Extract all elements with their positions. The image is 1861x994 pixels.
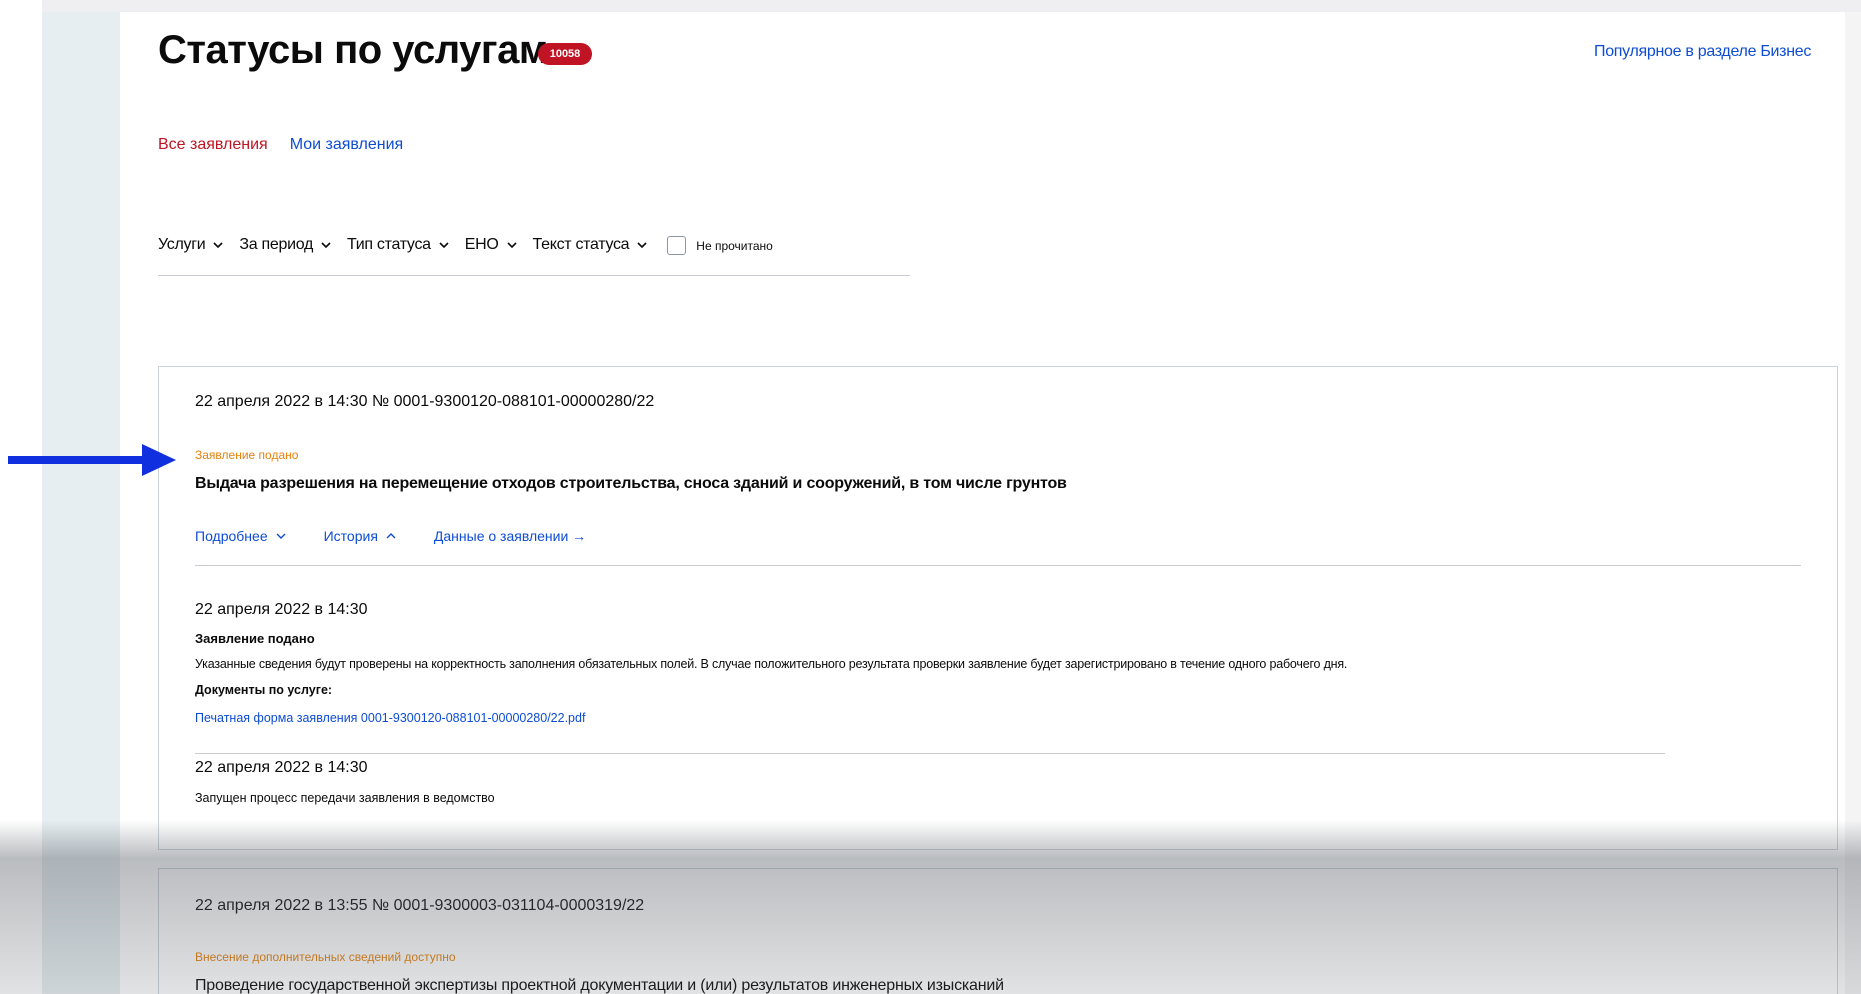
filter-status-type[interactable]: Тип статуса — [347, 236, 451, 254]
application-card: 22 апреля 2022 в 13:55 № 0001-9300003-03… — [158, 868, 1838, 994]
filter-status-text[interactable]: Текст статуса — [533, 236, 650, 254]
unread-filter[interactable]: Не прочитано — [667, 236, 773, 255]
card-header: 22 апреля 2022 в 14:30 № 0001-9300120-08… — [195, 393, 655, 410]
filter-eno-label: ЕНО — [464, 236, 499, 253]
history-title: Заявление подано — [195, 631, 315, 646]
top-strip — [0, 0, 1861, 12]
chevron-down-icon — [437, 238, 451, 252]
application-card: 22 апреля 2022 в 14:30 № 0001-9300120-08… — [158, 366, 1838, 850]
tab-all-applications[interactable]: Все заявления — [158, 136, 268, 154]
chevron-down-icon — [211, 238, 225, 252]
filter-status-type-label: Тип статуса — [347, 236, 431, 253]
documents-label: Документы по услуге: — [195, 683, 333, 697]
tabs: Все заявления Мои заявления — [158, 136, 403, 154]
page-title: Статусы по услугам — [158, 28, 548, 72]
unread-label: Не прочитано — [696, 238, 773, 253]
filter-period[interactable]: За период — [239, 236, 333, 254]
history-description: Указанные сведения будут проверены на ко… — [195, 657, 1348, 671]
filter-eno[interactable]: ЕНО — [465, 236, 519, 254]
application-data-link[interactable]: Данные о заявлении → — [434, 528, 586, 544]
status-badge: Внесение дополнительных сведений доступн… — [195, 950, 456, 964]
history-link[interactable]: История — [324, 528, 398, 544]
chevron-down-icon — [319, 238, 333, 252]
divider — [195, 565, 1801, 566]
chevron-down-icon — [505, 238, 519, 252]
service-title: Выдача разрешения на перемещение отходов… — [195, 475, 1067, 492]
status-badge: Заявление подано — [195, 448, 299, 462]
right-edge — [1845, 12, 1861, 994]
chevron-down-icon — [635, 238, 649, 252]
left-margin — [0, 0, 42, 994]
card-links: Подробнее История Данные о заявлении → — [195, 528, 586, 544]
details-link[interactable]: Подробнее — [195, 528, 288, 544]
chevron-up-icon — [384, 529, 398, 543]
arrow-right-icon — [8, 444, 176, 476]
card-header: 22 апреля 2022 в 13:55 № 0001-9300003-03… — [195, 897, 645, 914]
filter-services-label: Услуги — [158, 236, 206, 253]
details-link-label: Подробнее — [195, 528, 268, 544]
filter-period-label: За период — [239, 236, 313, 253]
chevron-down-icon — [274, 529, 288, 543]
filter-status-text-label: Текст статуса — [532, 236, 630, 253]
filter-services[interactable]: Услуги — [158, 236, 225, 254]
left-rail — [42, 12, 120, 994]
history-date: 22 апреля 2022 в 14:30 — [195, 601, 368, 618]
history-title: Запущен процесс передачи заявления в вед… — [195, 791, 495, 805]
filters-bar: Услуги За период Тип статуса ЕНО Текст с… — [158, 236, 910, 276]
service-title: Проведение государственной экспертизы пр… — [195, 977, 1004, 994]
tab-my-applications[interactable]: Мои заявления — [290, 136, 404, 154]
history-link-label: История — [323, 528, 378, 544]
count-badge: 10058 — [538, 43, 592, 65]
history-date: 22 апреля 2022 в 14:30 — [195, 759, 368, 776]
document-file-link[interactable]: Печатная форма заявления 0001-9300120-08… — [195, 711, 585, 725]
popular-link[interactable]: Популярное в разделе Бизнес — [1594, 43, 1811, 61]
unread-checkbox[interactable] — [667, 236, 687, 255]
divider — [195, 753, 1665, 754]
